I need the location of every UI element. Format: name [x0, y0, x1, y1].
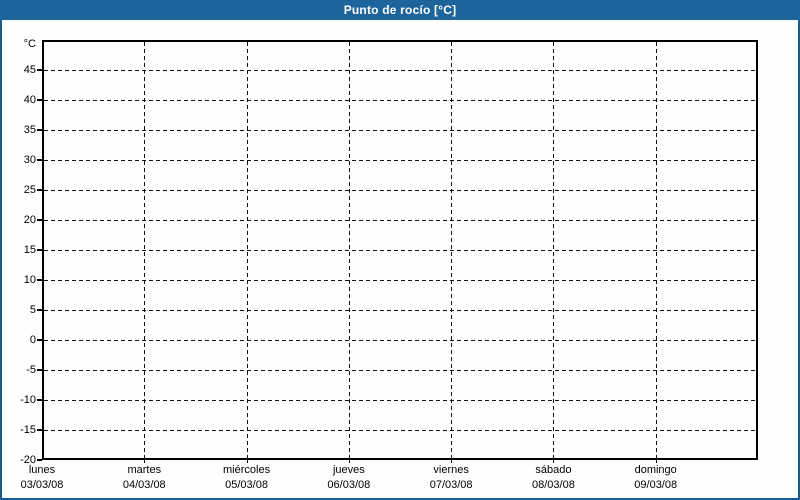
- y-tick-mark: [37, 99, 42, 101]
- gridline-horizontal: [44, 130, 756, 131]
- y-tick-mark: [37, 309, 42, 311]
- gridline-horizontal: [44, 100, 756, 101]
- chart-window: Punto de rocío [°C] 45 40 35 30 25 20 15 10 5 0 -5…: [0, 0, 800, 500]
- x-day-label: sábado 08/03/08: [505, 463, 601, 493]
- gridline-horizontal: [44, 430, 756, 431]
- x-day-name: miércoles: [223, 464, 271, 476]
- gridline-vertical: [246, 42, 248, 458]
- gridline-horizontal: [44, 340, 756, 341]
- y-tick-mark: [37, 279, 42, 281]
- y-tick-mark: [37, 189, 42, 191]
- y-tick-label: 20: [23, 214, 36, 226]
- y-tick-label: -15: [20, 424, 36, 436]
- gridline-vertical: [451, 42, 453, 458]
- x-day-label: domingo 09/03/08: [608, 463, 704, 493]
- x-day-label: miércoles 05/03/08: [199, 463, 295, 493]
- y-tick-label: 35: [23, 124, 36, 136]
- gridline-vertical: [655, 42, 657, 458]
- y-tick-label: 30: [23, 154, 36, 166]
- y-tick-label: 10: [23, 274, 36, 286]
- x-day-name: sábado: [535, 464, 572, 476]
- gridline-horizontal: [44, 370, 756, 371]
- y-tick-label: 40: [23, 94, 36, 106]
- gridline-vertical: [144, 42, 146, 458]
- x-day-label: viernes 07/03/08: [403, 463, 499, 493]
- gridline-horizontal: [44, 190, 756, 191]
- x-day-label: martes 04/03/08: [96, 463, 192, 493]
- gridline-horizontal: [44, 310, 756, 311]
- y-tick-mark: [37, 339, 42, 341]
- y-tick-mark: [37, 69, 42, 71]
- gridline-horizontal: [44, 280, 756, 281]
- y-tick-mark: [37, 249, 42, 251]
- x-day-name: viernes: [433, 464, 469, 476]
- x-day-name: lunes: [28, 464, 56, 476]
- gridline-vertical: [553, 42, 555, 458]
- gridline-horizontal: [44, 400, 756, 401]
- x-day-name: martes: [127, 464, 162, 476]
- x-day-label: lunes 03/03/08: [0, 463, 90, 493]
- y-tick-mark: [37, 369, 42, 371]
- x-day-label: jueves 06/03/08: [301, 463, 397, 493]
- y-tick-mark: [37, 459, 42, 461]
- y-tick-mark: [37, 129, 42, 131]
- x-day-date: 05/03/08: [225, 479, 268, 491]
- y-tick-label: -10: [20, 394, 36, 406]
- y-tick-mark: [37, 429, 42, 431]
- x-day-name: domingo: [634, 464, 677, 476]
- y-tick-label: 0: [29, 334, 36, 346]
- x-day-date: 07/03/08: [429, 479, 473, 491]
- y-tick-label: 25: [23, 184, 36, 196]
- y-tick-label: 15: [23, 244, 36, 256]
- x-day-date: 04/03/08: [122, 479, 166, 491]
- gridline-horizontal: [44, 70, 756, 71]
- plot-area: [42, 40, 758, 460]
- y-axis-unit-label: °C: [23, 38, 36, 50]
- x-day-date: 06/03/08: [327, 479, 371, 491]
- y-tick-label: -5: [26, 364, 36, 376]
- gridline-horizontal: [44, 220, 756, 221]
- gridline-vertical: [348, 42, 350, 458]
- y-tick-mark: [37, 399, 42, 401]
- gridline-horizontal: [44, 250, 756, 251]
- y-tick-mark: [37, 159, 42, 161]
- x-day-date: 03/03/08: [20, 479, 64, 491]
- x-day-date: 08/03/08: [532, 479, 575, 491]
- y-tick-label: 5: [29, 304, 36, 316]
- x-day-name: jueves: [332, 464, 365, 476]
- gridline-horizontal: [44, 160, 756, 161]
- x-day-date: 09/03/08: [634, 479, 678, 491]
- chart-title: Punto de rocío [°C]: [0, 0, 800, 20]
- y-tick-label: 45: [23, 64, 36, 76]
- y-tick-mark: [37, 219, 42, 221]
